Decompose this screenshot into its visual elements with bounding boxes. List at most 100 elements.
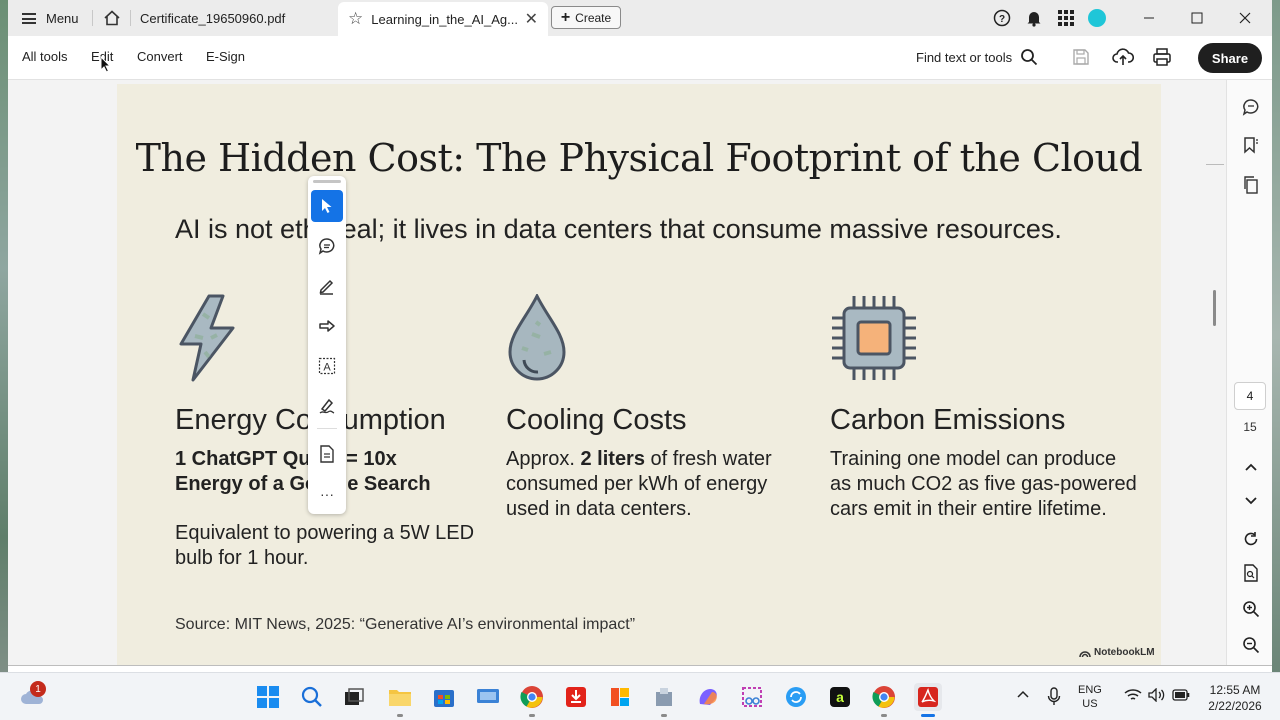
task-view-button[interactable]	[340, 683, 368, 711]
store-app[interactable]	[430, 683, 458, 711]
desktop-wallpaper-left	[0, 0, 8, 672]
language-indicator[interactable]: ENG US	[1078, 683, 1102, 711]
text-tool-button[interactable]: A	[311, 350, 343, 382]
tab-learning-active[interactable]: ☆ Learning_in_the_AI_Ag... ✕	[338, 2, 548, 36]
folder-icon	[389, 690, 411, 706]
next-page-button[interactable]	[1240, 490, 1262, 512]
search-button[interactable]	[298, 683, 326, 711]
zoom-out-button[interactable]	[1240, 634, 1262, 656]
comments-panel-button[interactable]	[1240, 96, 1262, 118]
esign-menu[interactable]: E-Sign	[206, 49, 245, 64]
total-pages: 15	[1243, 420, 1257, 434]
select-tool-button[interactable]	[311, 190, 343, 222]
sync-app[interactable]	[782, 683, 810, 711]
chevron-down-icon	[1245, 497, 1257, 505]
current-page-input[interactable]: 4	[1234, 382, 1266, 410]
notebooklm-badge: NotebookLM	[1079, 647, 1155, 658]
sign-tool-button[interactable]	[311, 390, 343, 422]
menu-button[interactable]: Menu	[14, 0, 90, 36]
print-icon[interactable]	[1152, 47, 1172, 67]
store-icon	[434, 690, 454, 707]
clock[interactable]: 12:55 AM 2/22/2026	[1200, 682, 1270, 714]
share-button[interactable]: Share	[1198, 43, 1262, 73]
office-app[interactable]	[606, 683, 634, 711]
close-tab-icon[interactable]: ✕	[525, 9, 538, 29]
arrow-right-icon	[319, 320, 335, 332]
svg-text:A: A	[323, 362, 331, 374]
tab-certificate[interactable]: Certificate_19650960.pdf	[132, 0, 332, 36]
region-code: US	[1082, 698, 1098, 710]
sync-icon	[786, 687, 806, 707]
avatar[interactable]	[1088, 9, 1106, 27]
copilot-app[interactable]	[694, 683, 722, 711]
android-app[interactable]: a	[826, 683, 854, 711]
search-icon[interactable]	[1020, 48, 1038, 66]
cooling-title: Cooling Costs	[506, 404, 687, 436]
save-icon[interactable]	[1072, 48, 1090, 66]
acrobat-app-active[interactable]	[914, 683, 942, 717]
menu-label: Menu	[46, 10, 79, 26]
notification-badge: 1	[30, 681, 46, 697]
running-indicator	[661, 714, 667, 717]
create-button[interactable]: + Create	[551, 6, 621, 29]
task-view-icon	[345, 688, 364, 705]
convert-menu[interactable]: Convert	[137, 49, 183, 64]
file-explorer-app[interactable]	[386, 683, 414, 717]
notifications-bell-icon[interactable]	[1024, 8, 1044, 28]
vertical-scrollbar[interactable]	[1206, 164, 1224, 665]
bookmarks-panel-button[interactable]	[1240, 134, 1262, 156]
tool-app[interactable]	[650, 683, 678, 717]
snipping-tool-app[interactable]	[738, 683, 766, 711]
monitor-icon	[477, 689, 499, 703]
drag-handle[interactable]	[313, 180, 341, 183]
pages-panel-button[interactable]	[1240, 174, 1262, 196]
download-app[interactable]	[562, 683, 590, 711]
highlight-tool-button[interactable]	[311, 270, 343, 302]
minimize-button[interactable]	[1126, 0, 1172, 36]
cloud-upload-icon[interactable]	[1112, 47, 1134, 67]
more-tools-button[interactable]: ···	[311, 478, 343, 510]
remote-desktop-app[interactable]	[474, 683, 502, 711]
document-viewport[interactable]: The Hidden Cost: The Physical Footprint …	[8, 80, 1226, 665]
shape-tool-button[interactable]	[311, 310, 343, 342]
acrobat-window: Menu Certificate_19650960.pdf ☆ Learning…	[8, 0, 1272, 666]
previous-page-button[interactable]	[1240, 456, 1262, 478]
all-tools-menu[interactable]: All tools	[22, 49, 68, 64]
tab-label: Learning_in_the_AI_Ag...	[371, 11, 518, 27]
cooling-text: Approx. 2 liters of fresh water consumed…	[506, 447, 816, 522]
start-button[interactable]	[254, 683, 282, 711]
office-icon	[611, 688, 629, 706]
page-fit-button[interactable]	[1240, 562, 1262, 584]
tool-icon	[656, 688, 672, 706]
wifi-icon[interactable]	[1124, 688, 1142, 702]
volume-icon[interactable]	[1148, 688, 1166, 702]
chrome-profile-app[interactable]	[870, 683, 898, 717]
active-indicator	[921, 714, 935, 717]
star-icon[interactable]: ☆	[348, 9, 363, 29]
maximize-button[interactable]	[1174, 0, 1220, 36]
notebooklm-label: NotebookLM	[1094, 647, 1155, 658]
energy-note: Equivalent to powering a 5W LED bulb for…	[175, 522, 475, 569]
close-window-button[interactable]	[1222, 0, 1268, 36]
home-button[interactable]	[96, 0, 128, 36]
battery-icon[interactable]	[1172, 689, 1190, 701]
apps-grid-icon[interactable]	[1056, 8, 1076, 28]
chevron-up-icon[interactable]	[1016, 689, 1030, 699]
tab-label: Certificate_19650960.pdf	[140, 10, 286, 26]
help-icon[interactable]: ?	[992, 8, 1012, 28]
page-tool-button[interactable]	[311, 438, 343, 470]
find-text-label[interactable]: Find text or tools	[916, 50, 1012, 65]
chrome-app[interactable]	[518, 683, 546, 717]
zoom-in-button[interactable]	[1240, 598, 1262, 620]
microphone-icon[interactable]	[1047, 687, 1061, 707]
clock-date: 2/22/2026	[1208, 699, 1262, 713]
comment-tool-button[interactable]	[311, 230, 343, 262]
divider	[92, 10, 93, 26]
quick-tools-rail: A ···	[308, 176, 346, 514]
chip-icon	[830, 294, 1140, 384]
bookmark-icon	[1244, 137, 1258, 154]
divider	[317, 428, 337, 429]
rotate-button[interactable]	[1240, 528, 1262, 550]
running-indicator	[397, 714, 403, 717]
scrollbar-thumb[interactable]	[1213, 290, 1216, 326]
